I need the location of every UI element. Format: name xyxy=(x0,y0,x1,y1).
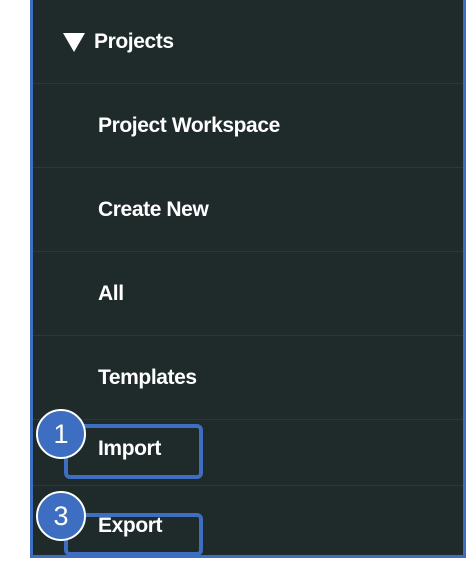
menu-item-label: All xyxy=(98,281,124,305)
menu-item-all[interactable]: All xyxy=(33,252,463,336)
menu-item-label: Import xyxy=(98,436,161,460)
menu-item-project-workspace[interactable]: Project Workspace xyxy=(33,84,463,168)
menu-item-label: Create New xyxy=(98,197,209,221)
projects-header-label: Projects xyxy=(94,29,174,53)
menu-item-label: Project Workspace xyxy=(98,113,280,137)
triangle-down-icon xyxy=(63,33,85,52)
menu-item-import[interactable]: Import xyxy=(33,412,463,486)
menu-item-create-new[interactable]: Create New xyxy=(33,168,463,252)
menu-item-label: Templates xyxy=(98,365,197,389)
step-1-badge: 1 xyxy=(36,409,86,459)
menu-item-label: Export xyxy=(98,514,163,537)
menu-item-templates[interactable]: Templates xyxy=(33,336,463,420)
projects-header[interactable]: Projects xyxy=(33,0,463,84)
menu-item-export[interactable]: Export xyxy=(33,494,463,558)
step-3-badge: 3 xyxy=(36,491,86,541)
projects-menu-panel: Projects Project Workspace Create New Al… xyxy=(30,0,466,558)
